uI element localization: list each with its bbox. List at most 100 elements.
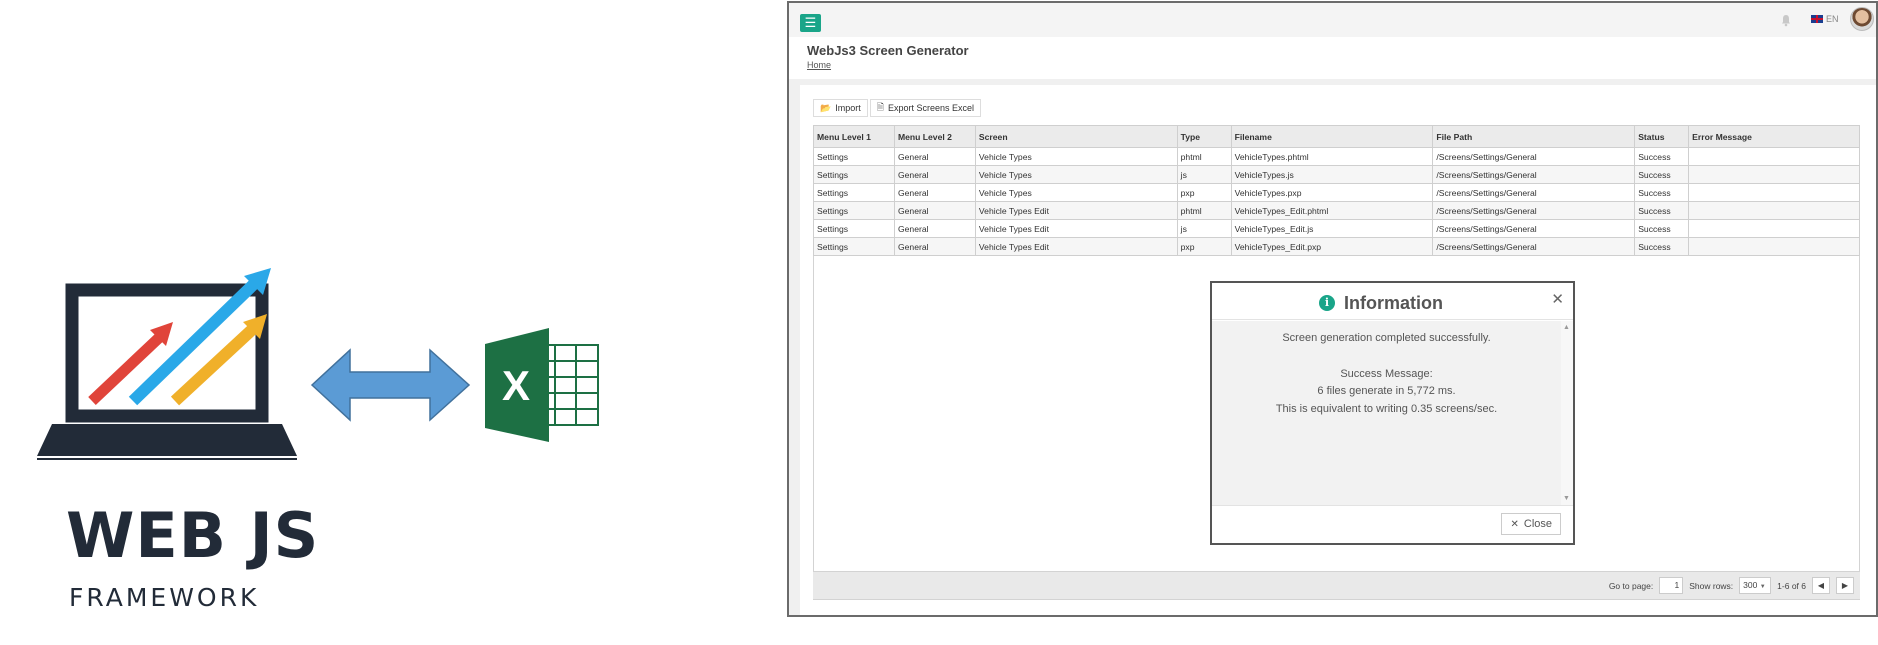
- table-cell: Vehicle Types: [974, 183, 1178, 202]
- import-label: Import: [835, 103, 861, 113]
- toolbar: 📂 Import 🗎 Export Screens Excel: [813, 99, 982, 117]
- table-cell: /Screens/Settings/General: [1432, 219, 1636, 238]
- message-line: Success Message:: [1340, 367, 1433, 380]
- pager: Go to page: 1 Show rows: 300 ▼ 1-6 of 6 …: [1609, 577, 1854, 594]
- promo-title: WEB JS: [66, 499, 320, 572]
- table-cell: VehicleTypes.phtml: [1230, 147, 1434, 166]
- hamburger-menu-button[interactable]: ☰: [800, 14, 821, 32]
- chevron-down-icon: ▼: [1759, 584, 1766, 590]
- table-cell: Vehicle Types: [974, 147, 1178, 166]
- next-page-button[interactable]: ▶: [1836, 577, 1854, 594]
- column-header[interactable]: Screen: [974, 125, 1178, 148]
- table-cell: [1688, 219, 1860, 238]
- export-excel-button[interactable]: 🗎 Export Screens Excel: [869, 99, 982, 117]
- information-dialog: i Information ✕ Screen generation comple…: [1210, 281, 1575, 545]
- table-cell: Success: [1634, 165, 1690, 184]
- dialog-footer: ✕ Close: [1212, 505, 1573, 543]
- dialog-header: i Information ✕: [1212, 283, 1573, 320]
- column-header[interactable]: Menu Level 1: [813, 125, 895, 148]
- excel-icon: X: [485, 328, 599, 442]
- file-icon: 🗎: [876, 102, 884, 112]
- table-cell: Success: [1634, 219, 1690, 238]
- close-button-label: Close: [1523, 518, 1552, 530]
- table-cell: pxp: [1176, 183, 1232, 202]
- table-row[interactable]: Settings General Vehicle Types Edit phtm…: [813, 201, 1860, 220]
- table-cell: Settings: [813, 219, 895, 238]
- results-table: Menu Level 1 Menu Level 2 Screen Type Fi…: [813, 125, 1860, 256]
- promo-subtitle: FRAMEWORK: [69, 583, 260, 612]
- table-cell: Vehicle Types: [974, 165, 1178, 184]
- page-title: WebJs3 Screen Generator: [807, 43, 969, 58]
- table-row[interactable]: Settings General Vehicle Types phtml Veh…: [813, 147, 1860, 166]
- table-row[interactable]: Settings General Vehicle Types js Vehicl…: [813, 165, 1860, 184]
- table-cell: General: [893, 201, 976, 220]
- svg-text:X: X: [502, 362, 530, 409]
- export-label: Export Screens Excel: [887, 103, 975, 113]
- table-cell: [1688, 183, 1860, 202]
- table-cell: Success: [1634, 237, 1690, 256]
- column-header[interactable]: Error Message: [1688, 125, 1860, 148]
- goto-page-label: Go to page:: [1608, 580, 1654, 591]
- column-header[interactable]: Menu Level 2: [893, 125, 976, 148]
- table-cell: VehicleTypes.js: [1230, 165, 1434, 184]
- chevron-left-icon: ◀: [1817, 581, 1825, 590]
- bell-icon[interactable]: [1779, 13, 1793, 27]
- chevron-right-icon: ▶: [1841, 581, 1849, 590]
- prev-page-button[interactable]: ◀: [1812, 577, 1830, 594]
- table-cell: [1688, 237, 1860, 256]
- language-selector[interactable]: EN: [1811, 14, 1839, 24]
- column-header[interactable]: Filename: [1230, 125, 1434, 148]
- table-cell: Vehicle Types Edit: [974, 201, 1178, 220]
- folder-open-icon: 📂: [820, 102, 832, 113]
- table-cell: Success: [1634, 147, 1690, 166]
- table-cell: /Screens/Settings/General: [1432, 183, 1636, 202]
- top-bar: ☰ EN: [789, 3, 1876, 37]
- table-cell: /Screens/Settings/General: [1432, 147, 1636, 166]
- table-cell: [1688, 201, 1860, 220]
- table-cell: General: [893, 237, 976, 256]
- page-header: WebJs3 Screen Generator Home: [789, 37, 1876, 79]
- column-header[interactable]: File Path: [1432, 125, 1636, 148]
- goto-page-input[interactable]: 1: [1659, 577, 1684, 594]
- dialog-title: Information: [1344, 293, 1443, 313]
- table-row[interactable]: Settings General Vehicle Types Edit js V…: [813, 219, 1860, 238]
- scroll-down-icon[interactable]: ▼: [1563, 495, 1570, 502]
- table-row[interactable]: Settings General Vehicle Types Edit pxp …: [813, 237, 1860, 256]
- message-line: Screen generation completed successfully…: [1282, 332, 1491, 344]
- breadcrumb-home[interactable]: Home: [807, 60, 831, 70]
- dialog-scrollbar[interactable]: ▲ ▼: [1561, 321, 1573, 505]
- table-footer: Go to page: 1 Show rows: 300 ▼ 1-6 of 6 …: [813, 571, 1860, 599]
- table-cell: VehicleTypes_Edit.js: [1230, 219, 1434, 238]
- table-cell: js: [1176, 219, 1232, 238]
- column-header[interactable]: Type: [1176, 125, 1232, 148]
- close-icon: ✕: [1510, 518, 1519, 530]
- import-button[interactable]: 📂 Import: [813, 99, 868, 117]
- table-cell: Success: [1634, 183, 1690, 202]
- table-cell: General: [893, 219, 976, 238]
- rows-per-page-select[interactable]: 300 ▼: [1739, 577, 1772, 594]
- table-cell: General: [893, 183, 976, 202]
- row-range-text: 1-6 of 6: [1777, 580, 1806, 591]
- table-cell: phtml: [1176, 201, 1232, 220]
- table-cell: Settings: [813, 147, 895, 166]
- table-cell: Vehicle Types Edit: [974, 219, 1178, 238]
- table-cell: /Screens/Settings/General: [1432, 201, 1636, 220]
- user-avatar[interactable]: [1850, 7, 1874, 31]
- close-icon[interactable]: ✕: [1551, 290, 1564, 308]
- app-window: ☰ EN WebJs3 Screen Generator Home 📂 Impo…: [787, 1, 1878, 617]
- table-header-row: Menu Level 1 Menu Level 2 Screen Type Fi…: [813, 125, 1860, 148]
- table-cell: VehicleTypes_Edit.phtml: [1230, 201, 1434, 220]
- table-cell: VehicleTypes_Edit.pxp: [1230, 237, 1434, 256]
- scroll-up-icon[interactable]: ▲: [1563, 324, 1570, 331]
- table-cell: General: [893, 165, 976, 184]
- table-row[interactable]: Settings General Vehicle Types pxp Vehic…: [813, 183, 1860, 202]
- close-button[interactable]: ✕ Close: [1501, 513, 1561, 535]
- table-cell: pxp: [1176, 237, 1232, 256]
- language-label: EN: [1826, 14, 1839, 24]
- info-icon: i: [1319, 295, 1335, 311]
- column-header[interactable]: Status: [1634, 125, 1690, 148]
- table-cell: Settings: [813, 165, 895, 184]
- table-cell: [1688, 147, 1860, 166]
- sync-arrow-icon: [310, 348, 471, 422]
- dialog-body: Screen generation completed successfully…: [1212, 321, 1561, 505]
